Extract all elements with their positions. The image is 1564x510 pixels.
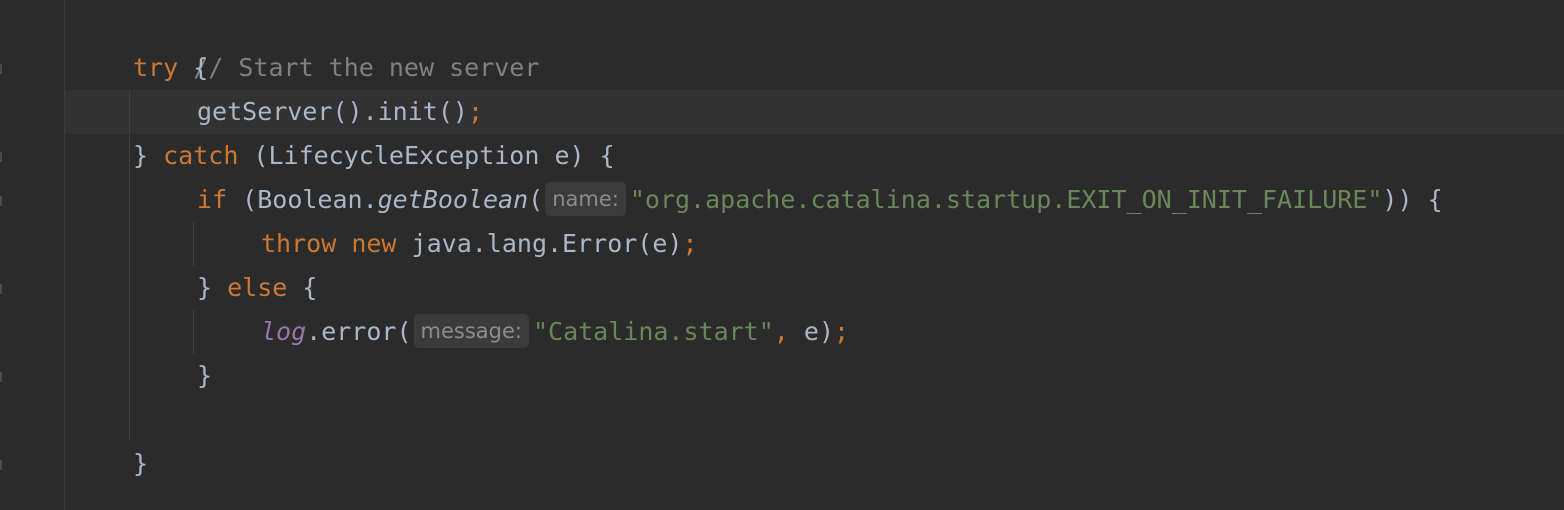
method-call: getServer().init() bbox=[197, 97, 468, 126]
indent-guide bbox=[193, 310, 194, 354]
indent-guide bbox=[193, 222, 194, 266]
semicolon: ; bbox=[467, 97, 483, 126]
condition-suffix: )) { bbox=[1382, 185, 1443, 214]
semicolon: ; bbox=[834, 317, 850, 346]
keyword-throw: throw bbox=[261, 229, 337, 258]
catch-clause: (LifecycleException e) { bbox=[238, 141, 615, 170]
fold-marker[interactable] bbox=[0, 196, 2, 206]
fold-marker[interactable] bbox=[0, 284, 2, 294]
code-line-4[interactable]: } catch (LifecycleException e) { bbox=[133, 134, 615, 178]
code-line-8[interactable]: log.error(message: "Catalina.start", e); bbox=[261, 310, 849, 354]
comma: , bbox=[773, 317, 789, 346]
brace: } bbox=[133, 141, 164, 170]
fold-marker[interactable] bbox=[0, 372, 2, 382]
code-line-5[interactable]: if (Boolean.getBoolean(name: "org.apache.… bbox=[197, 178, 1443, 222]
parameter-hint: name: bbox=[545, 182, 626, 216]
static-field: log bbox=[261, 317, 307, 346]
keyword-try: try bbox=[133, 53, 179, 82]
paren: ( bbox=[528, 185, 544, 214]
code-line-1[interactable]: // Start the new server bbox=[133, 2, 539, 82]
brace: } bbox=[197, 273, 228, 302]
string-literal: "org.apache.catalina.startup.EXIT_ON_INI… bbox=[629, 185, 1383, 214]
code-line-2[interactable]: try { bbox=[133, 46, 208, 90]
brace: { bbox=[287, 273, 318, 302]
keyword-if: if bbox=[197, 185, 228, 214]
brace: } bbox=[133, 449, 149, 478]
keyword-new: new bbox=[351, 229, 397, 258]
keyword-catch: catch bbox=[163, 141, 239, 170]
fold-marker[interactable] bbox=[0, 460, 2, 470]
code-editor[interactable]: // Start the new server try { getServer(… bbox=[0, 0, 1564, 510]
brace: } bbox=[197, 361, 213, 390]
argument: e) bbox=[788, 317, 835, 346]
method-call: .error( bbox=[306, 317, 412, 346]
code-line-11[interactable]: } bbox=[133, 442, 148, 486]
code-line-9[interactable]: } bbox=[197, 354, 212, 398]
string-literal: "Catalina.start" bbox=[532, 317, 774, 346]
brace: { bbox=[178, 53, 209, 82]
comment: // Start the new server bbox=[193, 53, 540, 82]
indent-guide bbox=[129, 90, 130, 440]
code-line-6[interactable]: throw new java.lang.Error(e); bbox=[261, 222, 698, 266]
semicolon: ; bbox=[682, 229, 698, 258]
keyword-else: else bbox=[227, 273, 288, 302]
code-line-3[interactable]: getServer().init(); bbox=[197, 90, 483, 134]
gutter[interactable] bbox=[0, 0, 65, 510]
static-method: getBoolean bbox=[377, 185, 529, 214]
parameter-hint: message: bbox=[413, 314, 529, 348]
fold-marker[interactable] bbox=[0, 64, 2, 74]
code-line-7[interactable]: } else { bbox=[197, 266, 317, 310]
condition-prefix: (Boolean. bbox=[227, 185, 378, 214]
constructor-call: java.lang.Error(e) bbox=[396, 229, 683, 258]
fold-marker[interactable] bbox=[0, 152, 2, 162]
